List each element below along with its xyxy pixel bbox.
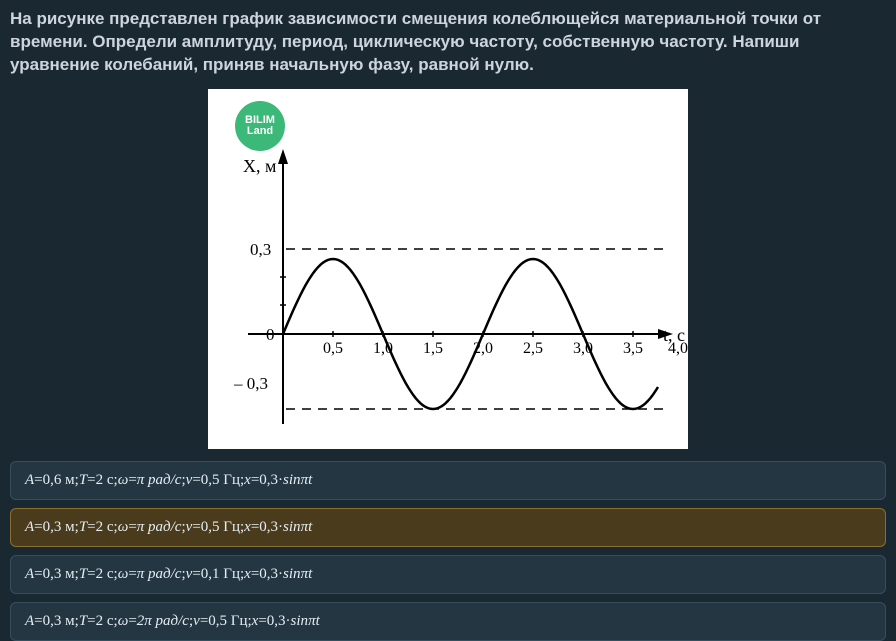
svg-text:1,5: 1,5 — [423, 340, 443, 357]
chart-svg: X, м t, с 0 0,3 – 0,3 0,5 1,0 1,5 2,0 2,… — [208, 89, 688, 449]
svg-text:– 0,3: – 0,3 — [233, 374, 268, 393]
option-A-symbol: A — [25, 566, 34, 583]
option-1[interactable]: A = 0,6 м; T = 2 с; ω = π рад/с; ν = 0,5… — [10, 461, 886, 500]
svg-text:3,0: 3,0 — [573, 340, 593, 357]
question-text: На рисунке представлен график зависимост… — [10, 8, 886, 77]
option-A-symbol: A — [25, 472, 34, 489]
option-2[interactable]: A = 0,3 м; T = 2 с; ω = π рад/с; ν = 0,5… — [10, 508, 886, 547]
svg-text:0,3: 0,3 — [250, 240, 271, 259]
logo-line2: Land — [247, 126, 273, 137]
option-3[interactable]: A = 0,3 м; T = 2 с; ω = π рад/с; ν = 0,1… — [10, 555, 886, 594]
option-A-symbol: A — [25, 519, 34, 536]
svg-text:3,5: 3,5 — [623, 340, 643, 357]
svg-text:0: 0 — [266, 325, 275, 344]
bilim-logo: BILIM Land — [235, 101, 285, 151]
chart-image: BILIM Land X, м t, с 0 0,3 — [208, 89, 688, 449]
option-4[interactable]: A = 0,3 м; T = 2 с; ω = 2π рад/с; ν = 0,… — [10, 602, 886, 641]
option-A-symbol: A — [25, 613, 34, 630]
svg-text:0,5: 0,5 — [323, 340, 343, 357]
svg-text:2,0: 2,0 — [473, 340, 493, 357]
svg-text:2,5: 2,5 — [523, 340, 543, 357]
svg-text:1,0: 1,0 — [373, 340, 393, 357]
answer-options: A = 0,6 м; T = 2 с; ω = π рад/с; ν = 0,5… — [10, 461, 886, 641]
y-axis-label: X, м — [243, 156, 276, 176]
svg-text:4,0: 4,0 — [668, 340, 688, 357]
